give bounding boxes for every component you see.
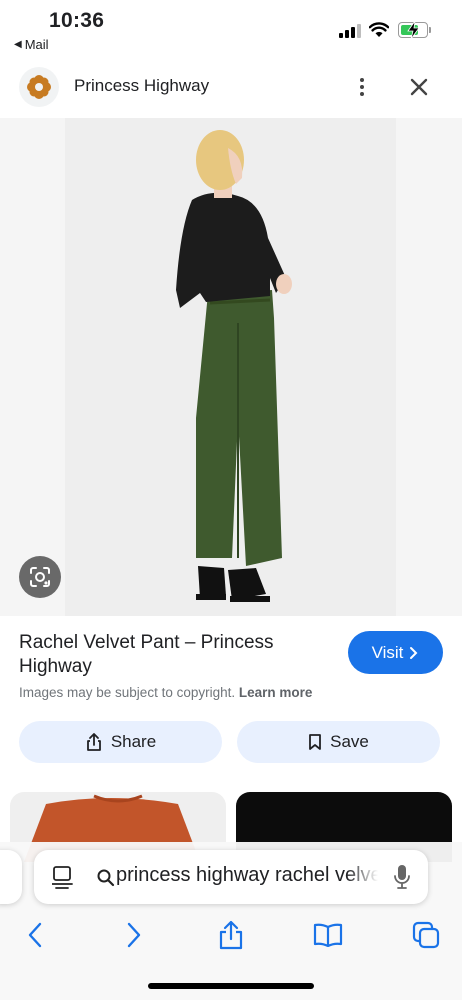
address-bar[interactable]: princess highway rachel velvet pant — [34, 850, 428, 904]
save-label: Save — [330, 732, 369, 751]
status-time: 10:36 — [49, 9, 105, 32]
save-button[interactable]: Save — [237, 721, 440, 763]
close-icon[interactable] — [404, 72, 434, 102]
search-query-text[interactable]: princess highway rachel velvet pant — [116, 864, 378, 887]
previous-tab-peek[interactable] — [0, 850, 22, 904]
cellular-signal-icon — [339, 24, 361, 38]
lens-icon[interactable] — [19, 556, 61, 598]
copyright-notice: Images may be subject to copyright. Lear… — [19, 685, 312, 700]
back-to-mail-button[interactable]: ◀ Mail — [14, 37, 49, 52]
search-icon — [97, 869, 115, 887]
back-icon[interactable] — [20, 920, 50, 950]
back-triangle-icon: ◀ — [14, 39, 22, 50]
share-icon — [86, 733, 101, 751]
share-label: Share — [110, 732, 157, 751]
model-figure-illustration — [176, 130, 292, 602]
wifi-icon — [369, 22, 389, 37]
visit-label: Visit — [371, 642, 404, 662]
learn-more-link[interactable]: Learn more — [239, 685, 313, 700]
microphone-icon[interactable] — [393, 864, 411, 890]
battery-charging-icon — [398, 21, 428, 39]
bookmark-icon — [309, 734, 322, 750]
status-bar: 10:36 ◀ Mail — [0, 0, 462, 56]
forward-icon[interactable] — [119, 920, 149, 950]
copyright-text: Images may be subject to copyright. — [19, 685, 236, 700]
browser-toolbar — [0, 914, 462, 954]
result-header: Princess Highway — [0, 60, 462, 114]
back-app-label: Mail — [24, 37, 49, 52]
product-image[interactable] — [0, 118, 462, 616]
share-button[interactable]: Share — [19, 721, 222, 763]
reader-mode-icon[interactable] — [52, 865, 74, 889]
site-logo-flower-icon[interactable] — [19, 67, 59, 107]
visit-button[interactable]: Visit — [348, 631, 443, 674]
browser-bottom-bar: princess highway rachel velvet pant — [0, 842, 462, 1000]
more-vert-icon[interactable] — [348, 72, 376, 102]
site-name[interactable]: Princess Highway — [74, 76, 209, 96]
chevron-right-icon — [410, 646, 418, 659]
tabs-icon[interactable] — [411, 920, 441, 950]
battery-nub — [429, 27, 431, 33]
bookmarks-icon[interactable] — [313, 920, 343, 950]
share-icon[interactable] — [216, 920, 246, 950]
home-indicator — [148, 983, 314, 989]
result-title[interactable]: Rachel Velvet Pant – Princess Highway — [19, 631, 319, 679]
